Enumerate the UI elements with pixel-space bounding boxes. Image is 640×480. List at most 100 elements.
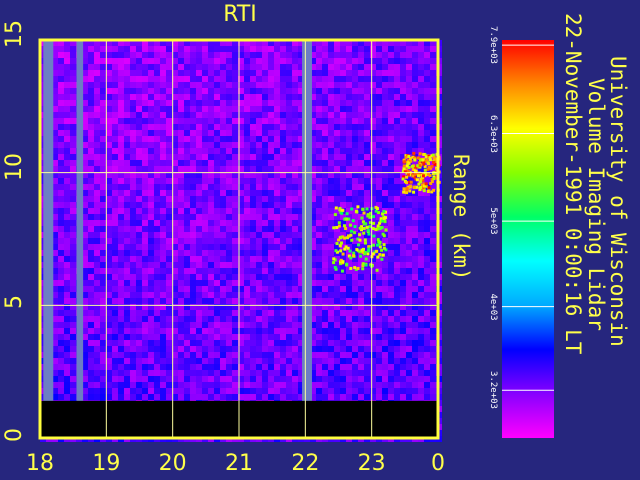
heatmap-cell [382, 58, 388, 64]
heatmap-cell [100, 280, 106, 286]
heatmap-cell [166, 244, 172, 250]
cloud-feature-point [346, 246, 350, 250]
heatmap-cell [190, 262, 196, 268]
heatmap-cell [376, 340, 382, 346]
heatmap-cell [88, 94, 94, 100]
heatmap-cell [370, 166, 376, 172]
heatmap-cell [154, 238, 160, 244]
heatmap-cell [280, 358, 286, 364]
heatmap-cell [322, 166, 328, 172]
heatmap-cell [118, 178, 124, 184]
heatmap-cell [322, 148, 328, 154]
heatmap-cell [220, 100, 226, 106]
heatmap-cell [154, 46, 160, 52]
heatmap-cell [58, 310, 64, 316]
heatmap-cell [388, 310, 394, 316]
heatmap-cell [268, 340, 274, 346]
heatmap-cell [394, 244, 400, 250]
heatmap-cell [130, 64, 136, 70]
heatmap-cell [100, 220, 106, 226]
heatmap-cell [118, 382, 124, 388]
heatmap-cell [430, 46, 436, 52]
heatmap-cell [316, 124, 322, 130]
heatmap-cell [364, 370, 370, 376]
heatmap-cell [292, 250, 298, 256]
heatmap-cell [364, 166, 370, 172]
heatmap-cell [148, 352, 154, 358]
heatmap-cell [418, 358, 424, 364]
heatmap-cell [232, 310, 238, 316]
heatmap-cell [418, 70, 424, 76]
heatmap-cell [118, 106, 124, 112]
heatmap-cell [394, 268, 400, 274]
heatmap-cell [322, 52, 328, 58]
heatmap-cell [178, 208, 184, 214]
heatmap-cell [214, 262, 220, 268]
heatmap-cell [274, 202, 280, 208]
heatmap-cell [430, 100, 436, 106]
heatmap-cell [130, 292, 136, 298]
heatmap-cell [292, 346, 298, 352]
heatmap-cell [226, 382, 232, 388]
heatmap-cell [214, 136, 220, 142]
heatmap-cell [322, 124, 328, 130]
heatmap-cell [394, 130, 400, 136]
heatmap-cell [352, 160, 358, 166]
heatmap-cell [292, 322, 298, 328]
heatmap-cell [424, 208, 430, 214]
heatmap-cell [58, 58, 64, 64]
heatmap-cell [94, 106, 100, 112]
heatmap-cell [250, 112, 256, 118]
heatmap-cell [124, 202, 130, 208]
heatmap-cell [400, 364, 406, 370]
heatmap-cell [316, 196, 322, 202]
heatmap-cell [244, 328, 250, 334]
heatmap-cell [286, 118, 292, 124]
heatmap-cell [388, 286, 394, 292]
heatmap-cell [154, 292, 160, 298]
heatmap-cell [346, 88, 352, 94]
heatmap-cell [376, 136, 382, 142]
heatmap-cell [64, 226, 70, 232]
heatmap-cell [124, 136, 130, 142]
heatmap-cell [268, 382, 274, 388]
heatmap-cell [136, 358, 142, 364]
heatmap-cell [148, 220, 154, 226]
heatmap-cell [202, 82, 208, 88]
heatmap-cell [358, 154, 364, 160]
heatmap-cell [214, 238, 220, 244]
heatmap-cell [94, 214, 100, 220]
colorbar [502, 40, 554, 438]
heatmap-cell [244, 316, 250, 322]
heatmap-cell [424, 268, 430, 274]
heatmap-cell [328, 364, 334, 370]
heatmap-cell [112, 118, 118, 124]
heatmap-cell [142, 58, 148, 64]
heatmap-cell [88, 178, 94, 184]
heatmap-cell [322, 394, 328, 400]
heatmap-cell [196, 232, 202, 238]
heatmap-cell [196, 262, 202, 268]
heatmap-cell [160, 250, 166, 256]
heatmap-cell [136, 220, 142, 226]
heatmap-cell [94, 232, 100, 238]
heatmap-cell [256, 394, 262, 400]
heatmap-cell [196, 310, 202, 316]
heatmap-cell [286, 52, 292, 58]
heatmap-cell [346, 106, 352, 112]
heatmap-cell [220, 244, 226, 250]
heatmap-cell [412, 310, 418, 316]
heatmap-cell [286, 190, 292, 196]
heatmap-cell [268, 334, 274, 340]
heatmap-cell [106, 46, 112, 52]
heatmap-cell [292, 88, 298, 94]
heatmap-cell [136, 88, 142, 94]
heatmap-cell [406, 292, 412, 298]
heatmap-cell [130, 124, 136, 130]
heatmap-cell [64, 316, 70, 322]
heatmap-cell [316, 268, 322, 274]
heatmap-cell [388, 76, 394, 82]
heatmap-cell [190, 100, 196, 106]
heatmap-cell [214, 118, 220, 124]
heatmap-cell [328, 370, 334, 376]
